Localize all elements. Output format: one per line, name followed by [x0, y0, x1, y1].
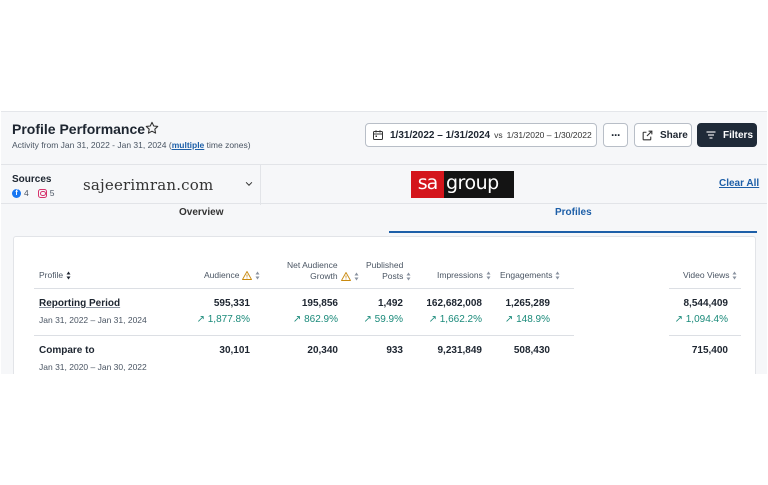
- row-dates: Jan 31, 2020 – Jan 30, 2022: [39, 362, 147, 372]
- row-name: Compare to: [39, 345, 95, 356]
- engagements-change: ↗ 148.9%: [504, 314, 550, 325]
- share-icon: [642, 130, 653, 140]
- multiple-timezones-link[interactable]: multiple: [172, 140, 205, 150]
- source-counts: f 4 5: [12, 188, 54, 198]
- calendar-icon: [373, 130, 383, 140]
- star-icon[interactable]: [144, 120, 160, 136]
- filters-label: Filters: [723, 129, 754, 141]
- chevron-down-icon[interactable]: [244, 179, 254, 189]
- impressions-change: ↗ 1,662.2%: [428, 314, 482, 325]
- row-name[interactable]: Reporting Period: [39, 298, 120, 309]
- row-divider: [34, 335, 574, 336]
- audience-value: 30,101: [219, 345, 250, 356]
- date-range-value: 1/31/2022 – 1/31/2024: [390, 129, 491, 141]
- published-value: 1,492: [377, 298, 403, 309]
- video-views-value: 8,544,409: [683, 298, 729, 309]
- filter-lines-icon: [706, 131, 716, 139]
- instagram-count: 5: [49, 188, 55, 198]
- header-divider: [34, 288, 574, 289]
- clear-all-link[interactable]: Clear All: [719, 178, 759, 189]
- sources-label: Sources: [12, 174, 52, 185]
- engagements-value: 508,430: [513, 345, 550, 356]
- sort-icon: [732, 271, 737, 279]
- audience-value: 595,331: [213, 298, 250, 309]
- video-views-change: ↗ 1,094.4%: [674, 314, 728, 325]
- sort-icon: [66, 271, 71, 279]
- activity-range-text: Activity from Jan 31, 2022 - Jan 31, 202…: [12, 140, 251, 150]
- audience-change: ↗ 1,877.8%: [196, 314, 250, 325]
- column-header-audience[interactable]: Audience: [204, 270, 260, 280]
- header-divider: [669, 288, 741, 289]
- filters-button[interactable]: Filters: [697, 123, 757, 147]
- column-header-published-posts[interactable]: Published Posts: [366, 260, 411, 282]
- impressions-value: 9,231,849: [437, 345, 483, 356]
- published-change: ↗ 59.9%: [363, 314, 403, 325]
- impressions-value: 162,682,008: [426, 298, 482, 309]
- warning-icon: [242, 270, 253, 280]
- instagram-icon: [37, 188, 47, 198]
- compare-range-value: 1/31/2020 – 1/30/2022: [506, 130, 592, 140]
- page-title: Profile Performance: [12, 121, 146, 137]
- site-selector[interactable]: sajeerimran.com: [83, 176, 213, 194]
- ellipsis-icon: ···: [611, 128, 621, 142]
- net-growth-change: ↗ 862.9%: [292, 314, 338, 325]
- column-header-video-views[interactable]: Video Views: [683, 270, 737, 280]
- vs-label: vs: [494, 130, 503, 140]
- sort-icon: [486, 271, 491, 279]
- net-growth-value: 195,856: [301, 298, 338, 309]
- net-growth-value: 20,340: [307, 345, 338, 356]
- column-header-profile[interactable]: Profile: [39, 270, 71, 280]
- row-divider: [669, 335, 741, 336]
- profile-performance-panel: Profile Performance Activity from Jan 31…: [1, 111, 767, 374]
- sa-group-logo: sa group: [411, 171, 514, 198]
- sort-icon: [406, 272, 411, 281]
- warning-icon: [340, 272, 351, 281]
- sort-icon: [354, 272, 359, 281]
- row-dates: Jan 31, 2022 – Jan 31, 2024: [39, 315, 147, 325]
- more-options-button[interactable]: ···: [603, 123, 628, 147]
- active-tab-indicator: [389, 231, 757, 233]
- profiles-table: Profile Audience Net Audience Growth Publ…: [13, 236, 756, 374]
- logo-black-block: group: [444, 171, 514, 198]
- column-header-engagements[interactable]: Engagements: [500, 270, 560, 280]
- sort-icon: [555, 271, 560, 279]
- column-header-net-audience-growth[interactable]: Net Audience Growth: [287, 260, 359, 282]
- date-range-button[interactable]: 1/31/2022 – 1/31/2024 vs 1/31/2020 – 1/3…: [365, 123, 597, 147]
- share-label: Share: [660, 129, 688, 141]
- sources-bar: Sources f 4 5 sajeerimran.com sa group C…: [1, 164, 767, 205]
- facebook-count: 4: [24, 188, 29, 198]
- share-button[interactable]: Share: [634, 123, 692, 147]
- tab-profiles[interactable]: Profiles: [555, 207, 592, 218]
- sort-icon: [255, 271, 260, 279]
- engagements-value: 1,265,289: [505, 298, 551, 309]
- published-value: 933: [386, 345, 403, 356]
- tab-overview[interactable]: Overview: [179, 207, 223, 218]
- column-header-impressions[interactable]: Impressions: [437, 270, 491, 280]
- video-views-value: 715,400: [691, 345, 728, 356]
- facebook-icon: f: [12, 188, 21, 198]
- divider: [260, 165, 261, 205]
- logo-red-block: sa: [411, 171, 444, 198]
